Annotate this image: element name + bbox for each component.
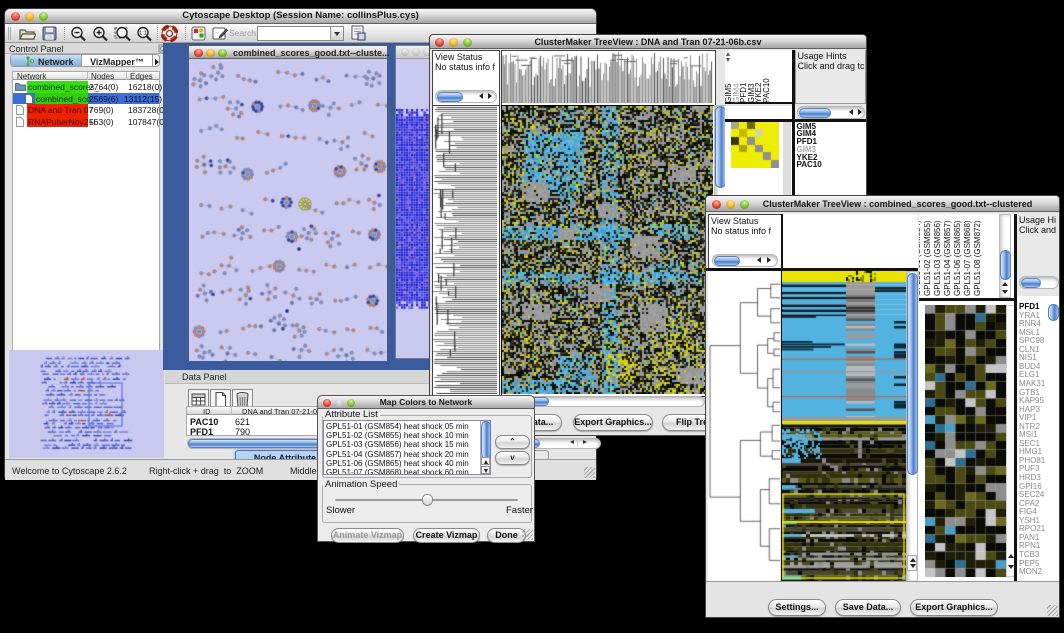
svg-text:1:1: 1:1 bbox=[139, 31, 147, 37]
